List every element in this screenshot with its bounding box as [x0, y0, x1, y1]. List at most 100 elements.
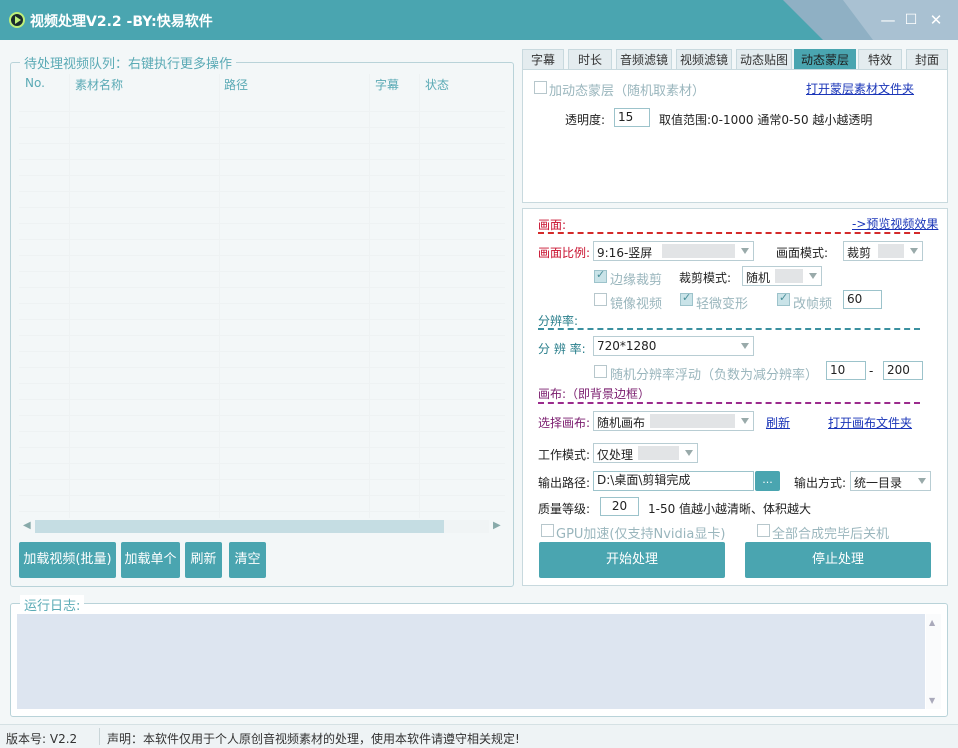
app-play-icon	[9, 12, 25, 28]
clear-button[interactable]: 清空	[229, 542, 266, 578]
quality-hint: 1-50 值越小越清晰、体积越大	[648, 502, 812, 516]
mode-select[interactable]: 裁剪	[843, 241, 923, 261]
shutdown-checkbox[interactable]	[757, 524, 770, 537]
random-resolution-label[interactable]: 随机分辨率浮动（负数为减分辨率）	[610, 364, 818, 383]
canvas-section-label: 画布:（即背景边框）	[538, 387, 651, 401]
canvas-value: 随机画布	[597, 416, 646, 430]
picture-divider	[538, 232, 920, 234]
browse-button[interactable]: ...	[755, 471, 780, 491]
mirror-label[interactable]: 镜像视频	[610, 293, 662, 312]
preview-video-link[interactable]: ->预览视频效果	[852, 215, 938, 232]
crop-mode-label: 裁剪模式:	[679, 271, 732, 285]
close-icon[interactable]: ✕	[928, 12, 944, 28]
minimize-icon[interactable]: —	[880, 12, 896, 28]
col-subtitle[interactable]: 字幕	[375, 76, 399, 93]
scroll-track[interactable]	[35, 520, 489, 533]
resolution-max-input[interactable]: 200	[883, 361, 923, 380]
work-mode-select[interactable]: 仅处理	[593, 443, 698, 463]
chevron-down-icon	[741, 418, 749, 424]
load-batch-button[interactable]: 加载视频(批量)	[19, 542, 116, 578]
chevron-down-icon	[910, 248, 918, 254]
resolution-min-input[interactable]: 10	[826, 361, 866, 380]
gpu-checkbox[interactable]	[541, 524, 554, 537]
crop-mode-fill	[775, 269, 803, 283]
chevron-down-icon	[741, 248, 749, 254]
scroll-thumb[interactable]	[35, 520, 444, 533]
tab-video-filter[interactable]: 视频滤镜	[676, 49, 732, 70]
open-mask-folder-link[interactable]: 打开蒙层素材文件夹	[806, 80, 914, 97]
start-button[interactable]: 开始处理	[539, 542, 725, 578]
tab-audio-filter[interactable]: 音频滤镜	[616, 49, 672, 70]
col-path[interactable]: 路径	[224, 76, 248, 93]
mirror-checkbox[interactable]	[594, 293, 607, 306]
shutdown-label[interactable]: 全部合成完毕后关机	[772, 523, 889, 542]
status-separator	[99, 728, 100, 745]
log-title: 运行日志:	[20, 595, 85, 614]
edge-crop-checkbox[interactable]	[594, 268, 607, 283]
queue-hscroll[interactable]: ◀ ▶	[19, 518, 505, 535]
output-method-label: 输出方式:	[794, 476, 847, 490]
load-single-button[interactable]: 加载单个	[121, 542, 180, 578]
canvas-select-label: 选择画布:	[538, 416, 591, 430]
queue-rows[interactable]	[19, 96, 505, 518]
col-divider	[369, 74, 370, 518]
deform-checkbox[interactable]	[680, 291, 693, 306]
chevron-down-icon	[918, 478, 926, 484]
title-bar: 视频处理V2.2 -BY:快易软件 — ☐ ✕	[0, 0, 958, 40]
gpu-label[interactable]: GPU加速(仅支持Nvidia显卡)	[556, 523, 725, 542]
tab-cover[interactable]: 封面	[906, 49, 948, 70]
canvas-select-fill	[650, 414, 735, 428]
tab-dynamic-sticker[interactable]: 动态贴图	[736, 49, 792, 70]
stop-button[interactable]: 停止处理	[745, 542, 931, 578]
tab-duration[interactable]: 时长	[568, 49, 612, 70]
deform-label[interactable]: 轻微变形	[696, 293, 748, 312]
output-path-input[interactable]: D:\桌面\剪辑完成	[593, 471, 754, 491]
tab-dynamic-mask[interactable]: 动态蒙层	[794, 49, 856, 70]
work-mode-value: 仅处理	[597, 448, 634, 462]
edge-crop-label[interactable]: 边缘裁剪	[610, 269, 662, 288]
notice-label: 声明：本软件仅用于个人原创音视频素材的处理，使用本软件请遵守相关规定!	[107, 732, 520, 746]
ratio-label: 画面比例:	[538, 246, 591, 260]
scroll-down-icon[interactable]: ▼	[929, 696, 935, 705]
ratio-select[interactable]: 9:16-竖屏	[593, 241, 754, 261]
queue-header: No. 素材名称 路径 字幕 状态	[19, 74, 505, 94]
maximize-icon[interactable]: ☐	[903, 12, 919, 28]
ratio-value: 9:16-竖屏	[597, 246, 653, 260]
fps-checkbox[interactable]	[777, 291, 790, 306]
opacity-input[interactable]: 15	[614, 108, 650, 127]
scroll-right-icon[interactable]: ▶	[493, 520, 501, 531]
mask-enable-label[interactable]: 加动态蒙层（随机取素材）	[549, 80, 705, 99]
col-no[interactable]: No.	[25, 76, 45, 90]
fps-input[interactable]: 60	[843, 290, 882, 309]
resolution-select[interactable]: 720*1280	[593, 336, 754, 356]
log-textarea[interactable]	[17, 614, 925, 709]
quality-input[interactable]: 20	[600, 497, 639, 516]
refresh-button[interactable]: 刷新	[185, 542, 222, 578]
scroll-left-icon[interactable]: ◀	[23, 520, 31, 531]
resolution-value: 720*1280	[597, 339, 657, 353]
tab-effects[interactable]: 特效	[858, 49, 902, 70]
col-name[interactable]: 素材名称	[75, 76, 123, 93]
random-resolution-checkbox[interactable]	[594, 365, 607, 378]
work-mode-label: 工作模式:	[538, 448, 591, 462]
crop-mode-select[interactable]: 随机	[742, 266, 822, 286]
fps-label[interactable]: 改帧频	[793, 293, 832, 312]
queue-table[interactable]: No. 素材名称 路径 字幕 状态	[19, 74, 505, 518]
window-title: 视频处理V2.2 -BY:快易软件	[30, 14, 213, 30]
canvas-select[interactable]: 随机画布	[593, 411, 754, 431]
mode-label: 画面模式:	[776, 246, 829, 260]
log-vscroll[interactable]: ▲ ▼	[926, 614, 941, 709]
picture-section-label: 画面:	[538, 218, 567, 232]
output-method-select[interactable]: 统一目录	[850, 471, 931, 491]
resolution-label: 分 辨 率:	[538, 342, 586, 356]
mask-enable-checkbox[interactable]	[534, 81, 547, 94]
col-status[interactable]: 状态	[425, 76, 449, 93]
canvas-refresh-link[interactable]: 刷新	[766, 414, 790, 431]
tab-subtitle[interactable]: 字幕	[522, 49, 564, 70]
scroll-up-icon[interactable]: ▲	[929, 618, 935, 627]
output-path-label: 输出路径:	[538, 476, 591, 490]
opacity-label: 透明度:	[565, 113, 606, 127]
chevron-down-icon	[741, 343, 749, 349]
open-canvas-folder-link[interactable]: 打开画布文件夹	[828, 414, 912, 431]
output-method-value: 统一目录	[854, 476, 903, 490]
